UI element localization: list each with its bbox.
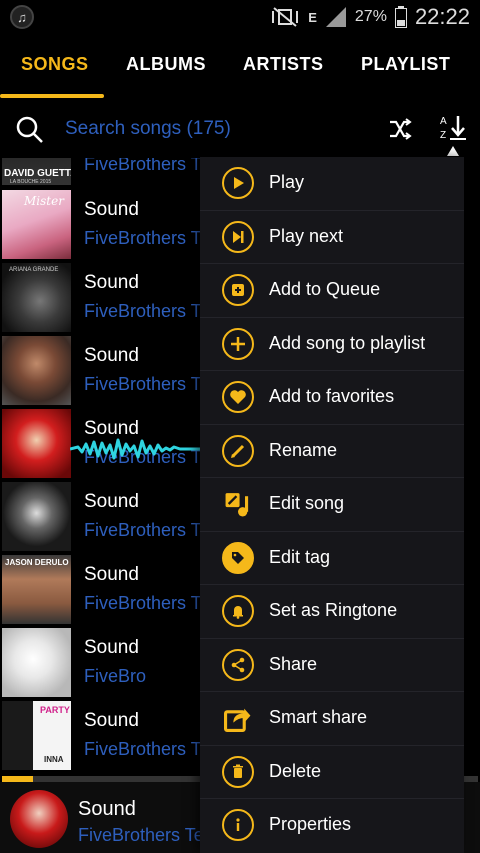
mute-vibrate-icon — [272, 7, 299, 27]
album-art: DAVID GUETTA LA BOUCHE 2015 — [2, 158, 71, 185]
mini-player-artist: FiveBrothers Te — [78, 825, 204, 845]
plus-icon — [222, 327, 254, 360]
menu-item-add-to-favorites[interactable]: Add to favorites — [200, 371, 464, 425]
menu-item-add-to-queue[interactable]: Add to Queue — [200, 264, 464, 318]
menu-item-label: Properties — [269, 814, 352, 834]
svg-text:Z: Z — [440, 130, 446, 141]
song-title: Sound — [84, 491, 139, 512]
album-art-text: DAVID GUETTA — [4, 168, 71, 179]
info-icon — [222, 809, 254, 841]
status-bar: ♫ E 27% 22:22 — [0, 0, 480, 34]
menu-item-label: Share — [269, 653, 318, 674]
menu-item-add-to-playlist[interactable]: Add song to playlist — [200, 318, 464, 371]
status-icons: E 27% 22:22 — [270, 4, 470, 30]
album-art-text: PARTY — [40, 705, 70, 715]
song-artist: FiveBrothers T — [84, 228, 202, 248]
menu-item-edit-tag[interactable]: Edit tag — [200, 532, 464, 585]
battery-percent: 27% — [354, 8, 387, 25]
album-art — [2, 409, 71, 478]
album-art — [2, 482, 71, 551]
mini-player-art — [10, 790, 68, 848]
now-playing-waveform — [70, 438, 200, 460]
pencil-icon — [222, 434, 254, 467]
album-art — [2, 628, 71, 697]
song-artist: FiveBrothers T — [84, 374, 202, 394]
tag-icon — [222, 541, 254, 574]
tab-artists[interactable]: ARTISTS — [243, 54, 324, 75]
share-icon — [222, 648, 254, 681]
song-context-menu: Play Play next Add to Queue Add song to … — [200, 157, 464, 853]
album-art-subtext: INNA — [44, 755, 64, 764]
signal-icon — [325, 7, 346, 27]
heart-icon — [222, 381, 254, 413]
menu-item-rename[interactable]: Rename — [200, 425, 464, 478]
song-title: Sound — [84, 637, 139, 658]
menu-item-share[interactable]: Share — [200, 639, 464, 692]
album-art-text: Mister — [24, 194, 64, 208]
song-artist: FiveBrothers T — [84, 593, 202, 613]
bell-icon — [222, 595, 254, 627]
album-art: ARIANA GRANDE — [2, 263, 71, 332]
menu-item-label: Edit song — [269, 493, 345, 513]
song-artist: FiveBrothers T — [84, 739, 202, 759]
menu-item-label: Play next — [269, 225, 344, 246]
song-artist: FiveBrothers T — [84, 301, 202, 321]
mini-player-title: Sound — [78, 798, 136, 820]
tab-albums[interactable]: ALBUMS — [126, 54, 206, 75]
menu-item-label: Edit tag — [269, 546, 331, 567]
menu-item-play-next[interactable]: Play next — [200, 211, 464, 264]
tab-playlist[interactable]: PLAYLIST — [361, 54, 450, 75]
song-artist: FiveBrothers T — [84, 158, 202, 174]
album-art-text: ARIANA GRANDE — [9, 267, 59, 273]
album-art: JASON DERULO — [2, 555, 71, 624]
menu-item-set-ringtone[interactable]: Set as Ringtone — [200, 585, 464, 639]
song-title: Sound — [84, 272, 139, 293]
tab-bar: SONGS ALBUMS ARTISTS PLAYLIST — [0, 34, 480, 98]
battery-icon — [394, 6, 407, 28]
song-artist: FiveBrothers T — [84, 520, 202, 540]
smart-share-icon — [222, 702, 254, 734]
search-icon[interactable] — [16, 116, 44, 144]
menu-item-label: Smart share — [269, 707, 368, 727]
menu-item-label: Add to favorites — [269, 386, 395, 406]
svg-text:A: A — [440, 116, 447, 127]
menu-item-play[interactable]: Play — [200, 157, 464, 211]
song-title: Sound — [84, 199, 139, 220]
menu-item-label: Add song to playlist — [269, 332, 426, 353]
play-next-icon — [222, 220, 254, 253]
add-queue-icon — [222, 274, 254, 306]
search-input[interactable]: Search songs (175) — [65, 118, 231, 140]
song-title: Sound — [84, 564, 139, 585]
edit-song-icon — [222, 488, 254, 520]
song-title: Sound — [84, 345, 139, 366]
menu-item-label: Set as Ringtone — [269, 600, 398, 620]
tab-songs[interactable]: SONGS — [21, 54, 89, 75]
menu-item-label: Play — [269, 172, 305, 192]
shuffle-icon[interactable] — [388, 118, 412, 140]
network-type: E — [308, 9, 317, 25]
album-art-subtext: LA BOUCHE 2015 — [10, 179, 52, 185]
song-artist: FiveBro — [84, 666, 147, 686]
song-title: Sound — [84, 710, 139, 731]
menu-item-properties[interactable]: Properties — [200, 799, 464, 853]
clock: 22:22 — [414, 4, 470, 29]
menu-item-smart-share[interactable]: Smart share — [200, 692, 464, 746]
sort-az-icon[interactable]: A Z — [440, 114, 468, 158]
album-art: PARTY INNA — [2, 701, 71, 770]
menu-item-delete[interactable]: Delete — [200, 746, 464, 799]
music-notification-icon: ♫ — [10, 5, 34, 29]
album-art: Mister — [2, 190, 71, 259]
menu-item-label: Add to Queue — [269, 279, 381, 299]
menu-item-label: Delete — [269, 760, 322, 781]
menu-item-label: Rename — [269, 439, 338, 460]
album-art — [2, 336, 71, 405]
search-row: Search songs (175) A Z — [0, 98, 480, 158]
play-icon — [222, 167, 254, 199]
trash-icon — [222, 755, 254, 788]
album-art-text: JASON DERULO — [5, 558, 69, 567]
menu-item-edit-song[interactable]: Edit song — [200, 478, 464, 532]
